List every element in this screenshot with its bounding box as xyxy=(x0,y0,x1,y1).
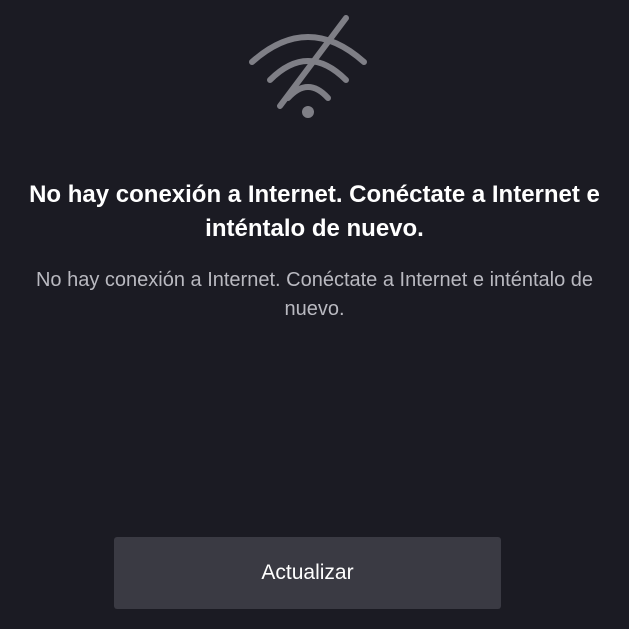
error-message: No hay conexión a Internet. Conéctate a … xyxy=(35,269,594,320)
wifi-off-icon xyxy=(249,15,367,118)
no-connection-screen: No hay conexión a Internet. Conéctate a … xyxy=(0,0,629,629)
error-title: No hay conexión a Internet. Conéctate a … xyxy=(29,181,600,242)
refresh-button[interactable]: Actualizar xyxy=(114,537,501,609)
